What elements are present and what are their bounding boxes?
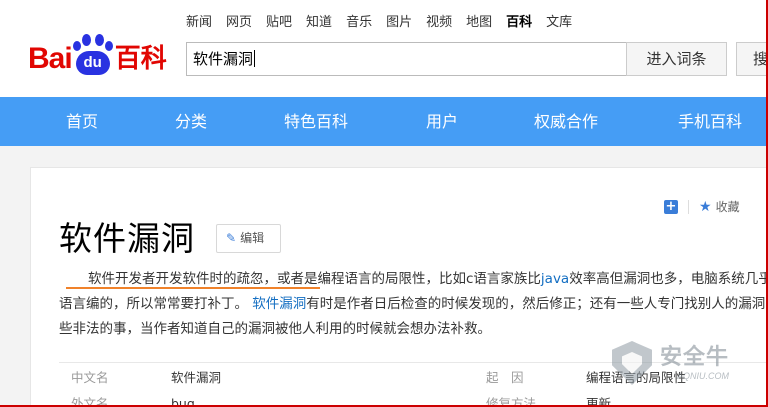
main-nav-item-partners[interactable]: 权威合作 — [534, 97, 598, 146]
product-nav-item[interactable]: 音乐 — [346, 14, 372, 32]
product-nav-item[interactable]: 文库 — [546, 14, 572, 32]
product-nav-item[interactable]: 知道 — [306, 14, 332, 32]
logo-text-du: du — [83, 54, 102, 71]
enter-entry-button[interactable]: 进入词条 — [626, 42, 727, 76]
main-nav: 首页 分类 特色百科 用户 权威合作 手机百科 — [0, 97, 768, 146]
collect-button[interactable]: 收藏 — [716, 198, 740, 215]
star-icon[interactable]: ★ — [699, 200, 712, 214]
product-nav-item[interactable]: 网页 — [226, 14, 252, 32]
pencil-icon: ✎ — [226, 231, 237, 245]
product-nav-item[interactable]: 视频 — [426, 14, 452, 32]
shield-icon — [612, 341, 652, 385]
main-nav-item-home[interactable]: 首页 — [66, 97, 98, 146]
divider — [688, 199, 689, 214]
main-nav-item-category[interactable]: 分类 — [175, 97, 207, 146]
main-nav-item-featured[interactable]: 特色百科 — [284, 97, 348, 146]
product-nav-item[interactable]: 地图 — [466, 14, 492, 32]
search-input-value: 软件漏洞 — [193, 50, 254, 68]
product-nav-item[interactable]: 新闻 — [186, 14, 212, 32]
text-caret — [254, 50, 256, 67]
watermark-cn: 安全牛 — [660, 345, 730, 370]
product-nav-item[interactable]: 贴吧 — [266, 14, 292, 32]
edit-button-label: 编辑 — [240, 231, 265, 245]
watermark-en: AQNIU.COM — [677, 371, 730, 381]
entry-tools: + ★ 收藏 — [664, 198, 740, 215]
summary-text: 有时是作者日后检查的时候发现的，然后修正；还有一些人专门找别人的漏洞以做 — [306, 296, 768, 312]
product-nav-item-active[interactable]: 百科 — [506, 14, 532, 32]
page-title: 软件漏洞 — [59, 219, 195, 258]
info-label: 起 因 — [486, 370, 524, 385]
paw-icon: du — [72, 34, 113, 76]
summary-line-2: 语言编的，所以常常要打补丁。 软件漏洞有时是作者日后检查的时候发现的，然后修正；… — [59, 292, 768, 317]
main-nav-item-mobile[interactable]: 手机百科 — [678, 97, 742, 146]
main-nav-item-user[interactable]: 用户 — [426, 97, 458, 146]
info-label: 中文名 — [71, 370, 109, 385]
product-nav-item[interactable]: 图片 — [386, 14, 412, 32]
summary-line-3: 些非法的事，当作者知道自己的漏洞被他人利用的时候就会想办法补救。 — [59, 321, 491, 337]
software-bug-link[interactable]: 软件漏洞 — [252, 296, 306, 312]
logo-text-bai: Bai — [28, 42, 73, 75]
info-value: 软件漏洞 — [171, 370, 222, 385]
highlight-underline — [66, 287, 320, 289]
baidu-baike-logo[interactable]: Bai du 百科 — [28, 34, 167, 76]
edit-button[interactable]: ✎ 编辑 — [216, 224, 281, 253]
summary-text: 软件开发者开发软件时的疏忽，或者是编程语言的局限性，比如c语言家族比 — [88, 271, 541, 287]
summary-text: 语言编的，所以常常要打补丁。 — [59, 296, 248, 312]
search-input[interactable]: 软件漏洞 — [186, 42, 627, 76]
watermark: 安全牛 AQNIU.COM — [612, 341, 729, 385]
logo-text-baike: 百科 — [114, 44, 167, 74]
site-header: Bai du 百科 新闻 网页 贴吧 知道 音乐 图片 视频 地图 百科 文库 … — [0, 0, 768, 97]
summary-text: 效率高但漏洞也多，电脑系统几乎就是用c — [569, 271, 768, 287]
java-link[interactable]: java — [541, 271, 569, 287]
plus-icon[interactable]: + — [664, 199, 678, 214]
product-nav: 新闻 网页 贴吧 知道 音乐 图片 视频 地图 百科 文库 — [186, 14, 586, 32]
search-entry-button[interactable]: 搜索词条 — [736, 42, 768, 76]
